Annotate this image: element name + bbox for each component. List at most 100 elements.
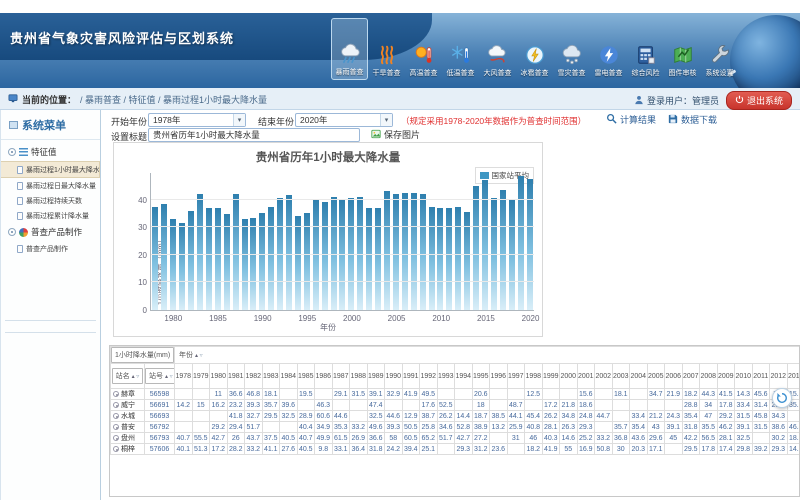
station-name-cell[interactable]: 赫章: [111, 389, 145, 400]
sidebar-item[interactable]: 暴雨过程1小时最大降水量: [1, 161, 100, 178]
year-column-header[interactable]: 1978: [175, 364, 193, 389]
year-column-header[interactable]: 2010: [735, 364, 753, 389]
sidebar-item[interactable]: 暴雨过程持续天数: [1, 193, 100, 208]
nav-rain[interactable]: 暴雨普查: [331, 18, 368, 80]
nav-map[interactable]: 图件审核: [664, 18, 701, 80]
year-column-header[interactable]: 2008: [700, 364, 718, 389]
year-column-header[interactable]: 1980: [210, 364, 228, 389]
radio-icon[interactable]: [113, 402, 119, 408]
year-column-header[interactable]: 1997: [507, 364, 525, 389]
year-column-header[interactable]: 1996: [490, 364, 508, 389]
year-column-header[interactable]: 2013: [787, 364, 800, 389]
station-name-cell[interactable]: 水城: [111, 411, 145, 422]
year-column-header[interactable]: 1990: [385, 364, 403, 389]
sidebar-item[interactable]: 暴雨过程累计降水量: [1, 208, 100, 223]
nav-lightning[interactable]: 雷电普查: [590, 18, 627, 80]
calculate-button[interactable]: 计算结果: [606, 113, 656, 126]
breadcrumb-path[interactable]: / 暴雨普查 / 特征值 / 暴雨过程1小时最大降水量: [80, 93, 267, 106]
nav-drought[interactable]: 干旱普查: [368, 18, 405, 80]
start-year-select[interactable]: 1978年 ▾: [148, 113, 246, 127]
station-name-cell[interactable]: 盘州: [111, 433, 145, 444]
value-cell: 45.4: [525, 411, 543, 422]
app-header: 贵州省气象灾害风险评估与区划系统 暴雨普查干旱普查高温普查低温普查大风普查冰雹普…: [0, 13, 800, 88]
station-name-header[interactable]: 站名 ▴ ▿: [111, 364, 145, 389]
year-column-header[interactable]: 1989: [367, 364, 385, 389]
bar-slot: [489, 173, 498, 310]
save-image-button[interactable]: 保存图片: [371, 128, 420, 141]
year-column-header[interactable]: 2004: [630, 364, 648, 389]
value-cell: 38.9: [472, 422, 490, 433]
value-cell: 45: [665, 433, 683, 444]
nav-label: 干旱普查: [373, 68, 401, 78]
nav-settings[interactable]: 系统设置: [701, 18, 738, 80]
year-column-header[interactable]: 1991: [402, 364, 420, 389]
radio-icon[interactable]: [113, 435, 119, 441]
bar: [375, 208, 381, 310]
year-column-header[interactable]: 1981: [227, 364, 245, 389]
logout-button[interactable]: 退出系统: [726, 91, 792, 110]
value-cell: 39.3: [385, 422, 403, 433]
radio-icon[interactable]: [113, 391, 119, 397]
value-cell: 47.4: [367, 400, 385, 411]
value-cell: 31.8: [682, 422, 700, 433]
filter-icon[interactable]: ▿: [168, 374, 173, 380]
value-cell: 18.1: [612, 389, 630, 400]
sidebar-item[interactable]: 普查产品制作: [1, 241, 100, 256]
tree-group-普查产品制作[interactable]: 普查产品制作: [1, 223, 100, 241]
value-cell: 46.8: [787, 422, 800, 433]
year-column-header[interactable]: 1987: [332, 364, 350, 389]
download-button[interactable]: 数据下载: [668, 113, 717, 126]
year-column-header[interactable]: 2003: [612, 364, 630, 389]
year-column-header[interactable]: 2012: [770, 364, 788, 389]
chart-title-input[interactable]: 贵州省历年1小时最大降水量: [148, 128, 360, 142]
station-id-header[interactable]: 站号 ▴ ▿: [145, 364, 175, 389]
year-column-header[interactable]: 2001: [577, 364, 595, 389]
year-group-header[interactable]: 年份 ▴ ▿: [175, 347, 800, 364]
year-column-header[interactable]: 2005: [647, 364, 665, 389]
year-column-header[interactable]: 1993: [437, 364, 455, 389]
end-year-select[interactable]: 2020年 ▾: [295, 113, 393, 127]
sidebar-item[interactable]: 暴雨过程日最大降水量: [1, 178, 100, 193]
filter-icon[interactable]: ▿: [198, 353, 203, 359]
nav-hail[interactable]: 冰雹普查: [516, 18, 553, 80]
radio-icon[interactable]: [113, 446, 119, 452]
year-column-header[interactable]: 1982: [245, 364, 263, 389]
filter-icon[interactable]: ▿: [135, 374, 140, 380]
nav-wind[interactable]: 大风普查: [479, 18, 516, 80]
radio-icon[interactable]: [113, 413, 119, 419]
year-column-header[interactable]: 1984: [280, 364, 298, 389]
value-cell: 35.3: [332, 422, 350, 433]
year-column-header[interactable]: 1983: [262, 364, 280, 389]
nav-cold[interactable]: 低温普查: [442, 18, 479, 80]
year-column-header[interactable]: 1999: [542, 364, 560, 389]
year-column-header[interactable]: 1985: [297, 364, 315, 389]
tree-group-特征值[interactable]: 特征值: [1, 143, 100, 161]
station-name-cell[interactable]: 普安: [111, 422, 145, 433]
expander-icon[interactable]: [8, 228, 16, 236]
year-column-header[interactable]: 1994: [455, 364, 473, 389]
year-column-header[interactable]: 2000: [560, 364, 578, 389]
year-column-header[interactable]: 1992: [420, 364, 438, 389]
station-name-cell[interactable]: 桐梓: [111, 444, 145, 455]
value-cell: 45.8: [752, 411, 770, 422]
year-column-header[interactable]: 1979: [192, 364, 210, 389]
nav-risk[interactable]: 综合风险: [627, 18, 664, 80]
nav-heat[interactable]: 高温普查: [405, 18, 442, 80]
year-column-header[interactable]: 2011: [752, 364, 770, 389]
radio-icon[interactable]: [113, 424, 119, 430]
year-column-header[interactable]: 2006: [665, 364, 683, 389]
year-column-header[interactable]: 2009: [717, 364, 735, 389]
refresh-button[interactable]: [772, 388, 792, 408]
year-column-header[interactable]: 2007: [682, 364, 700, 389]
year-column-header[interactable]: 1986: [315, 364, 333, 389]
year-column-header[interactable]: 1998: [525, 364, 543, 389]
measure-label: 1小时降水量(mm): [111, 347, 174, 363]
nav-snow[interactable]: 雪灾普查: [553, 18, 590, 80]
value-cell: 17.1: [647, 444, 665, 455]
document-icon: [17, 212, 23, 220]
expander-icon[interactable]: [8, 148, 16, 156]
station-name-cell[interactable]: 威宁: [111, 400, 145, 411]
year-column-header[interactable]: 1988: [350, 364, 368, 389]
year-column-header[interactable]: 1995: [472, 364, 490, 389]
year-column-header[interactable]: 2002: [595, 364, 613, 389]
